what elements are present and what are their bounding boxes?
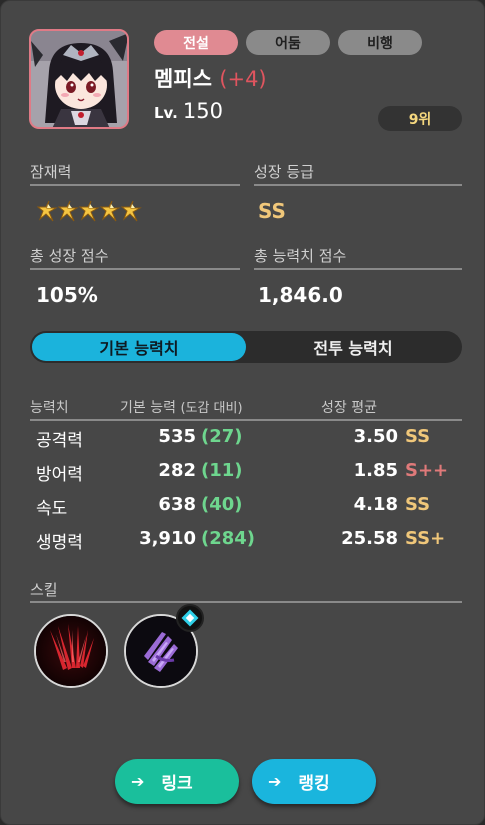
total-growth-label: 총 성장 점수: [30, 247, 109, 265]
stat-name: 속도: [36, 499, 68, 519]
header-base-note: (도감 대비): [180, 401, 243, 416]
stat-base: 535: [158, 426, 196, 447]
arrow-right-icon: ➔: [131, 772, 145, 791]
table-row: 속도 638 (40) 4.18 SS: [1, 494, 485, 524]
stat-bonus: (27): [201, 426, 243, 447]
skill-badge-icon: [176, 604, 204, 632]
stat-bonus: (40): [201, 494, 243, 515]
stat-name: 공격력: [36, 431, 83, 451]
star-icon: [100, 200, 121, 222]
table-row: 생명력 3,910 (284) 25.58 SS+: [1, 528, 485, 558]
star-icon: [58, 200, 79, 222]
enhance-level: (+4): [219, 67, 267, 91]
potential-label: 잠재력: [30, 163, 72, 181]
divider: [254, 268, 462, 270]
tag-type: 비행: [338, 30, 422, 55]
divider: [30, 268, 240, 270]
character-level: Lv. 150: [154, 99, 223, 123]
skill-slot-2[interactable]: [124, 604, 204, 688]
header-stat: 능력치: [30, 400, 69, 416]
star-icon: [37, 200, 58, 222]
character-detail-panel: 전설 어둠 비행 멤피스 (+4) Lv. 150 9위 잠재력 성장 등급 S…: [0, 0, 485, 825]
divider: [30, 184, 240, 186]
level-value: 150: [182, 99, 223, 123]
growth-grade-value: SS: [258, 199, 286, 223]
divider: [254, 184, 462, 186]
divider: [30, 419, 462, 421]
stat-name: 생명력: [36, 533, 83, 553]
header-base: 기본 능력 (도감 대비): [120, 397, 243, 417]
stat-name: 방어력: [36, 465, 83, 485]
total-stat-value: 1,846.0: [258, 283, 343, 307]
stat-avg: 25.58: [341, 528, 398, 549]
stat-avg: 1.85: [353, 460, 398, 481]
potential-stars: [37, 199, 142, 223]
stat-bonus: (11): [201, 460, 243, 481]
header-avg: 성장 평균: [321, 400, 377, 416]
stat-grade: SS: [405, 426, 431, 447]
tag-legend: 전설: [154, 30, 238, 55]
character-name: 멤피스 (+4): [154, 63, 267, 93]
stat-base: 3,910: [139, 528, 196, 549]
arrow-right-icon: ➔: [268, 772, 282, 791]
table-row: 방어력 282 (11) 1.85 S++: [1, 460, 485, 490]
character-name-text: 멤피스: [154, 67, 212, 91]
divider: [30, 601, 462, 603]
growth-grade-label: 성장 등급: [254, 163, 314, 181]
total-growth-value: 105%: [36, 283, 98, 307]
stat-tabs: 기본 능력치 전투 능력치: [30, 331, 462, 363]
header-base-text: 기본 능력: [120, 400, 176, 416]
level-prefix: Lv.: [154, 104, 178, 122]
tag-element: 어둠: [246, 30, 330, 55]
character-portrait: [29, 29, 129, 129]
stat-avg: 4.18: [353, 494, 398, 515]
link-button-label: 링크: [161, 774, 193, 794]
ranking-button[interactable]: ➔ 랭킹: [252, 759, 376, 804]
ranking-button-label: 랭킹: [298, 774, 330, 794]
skill-slot-1[interactable]: [34, 614, 108, 688]
rank-badge: 9위: [378, 106, 462, 131]
stat-avg: 3.50: [353, 426, 398, 447]
skills-label: 스킬: [30, 581, 58, 599]
tab-battle-stats[interactable]: 전투 능력치: [246, 333, 460, 361]
link-button[interactable]: ➔ 링크: [115, 759, 239, 804]
star-icon: [121, 200, 142, 222]
star-icon: [79, 200, 100, 222]
claw-slash-icon: [36, 616, 106, 686]
stat-base: 638: [158, 494, 196, 515]
stat-grade: S++: [405, 460, 449, 481]
stat-grade: SS+: [405, 528, 446, 549]
stat-base: 282: [158, 460, 196, 481]
stat-grade: SS: [405, 494, 431, 515]
total-stat-label: 총 능력치 점수: [254, 247, 347, 265]
stat-bonus: (284): [201, 528, 256, 549]
tab-basic-stats[interactable]: 기본 능력치: [32, 333, 246, 361]
table-row: 공격력 535 (27) 3.50 SS: [1, 426, 485, 456]
